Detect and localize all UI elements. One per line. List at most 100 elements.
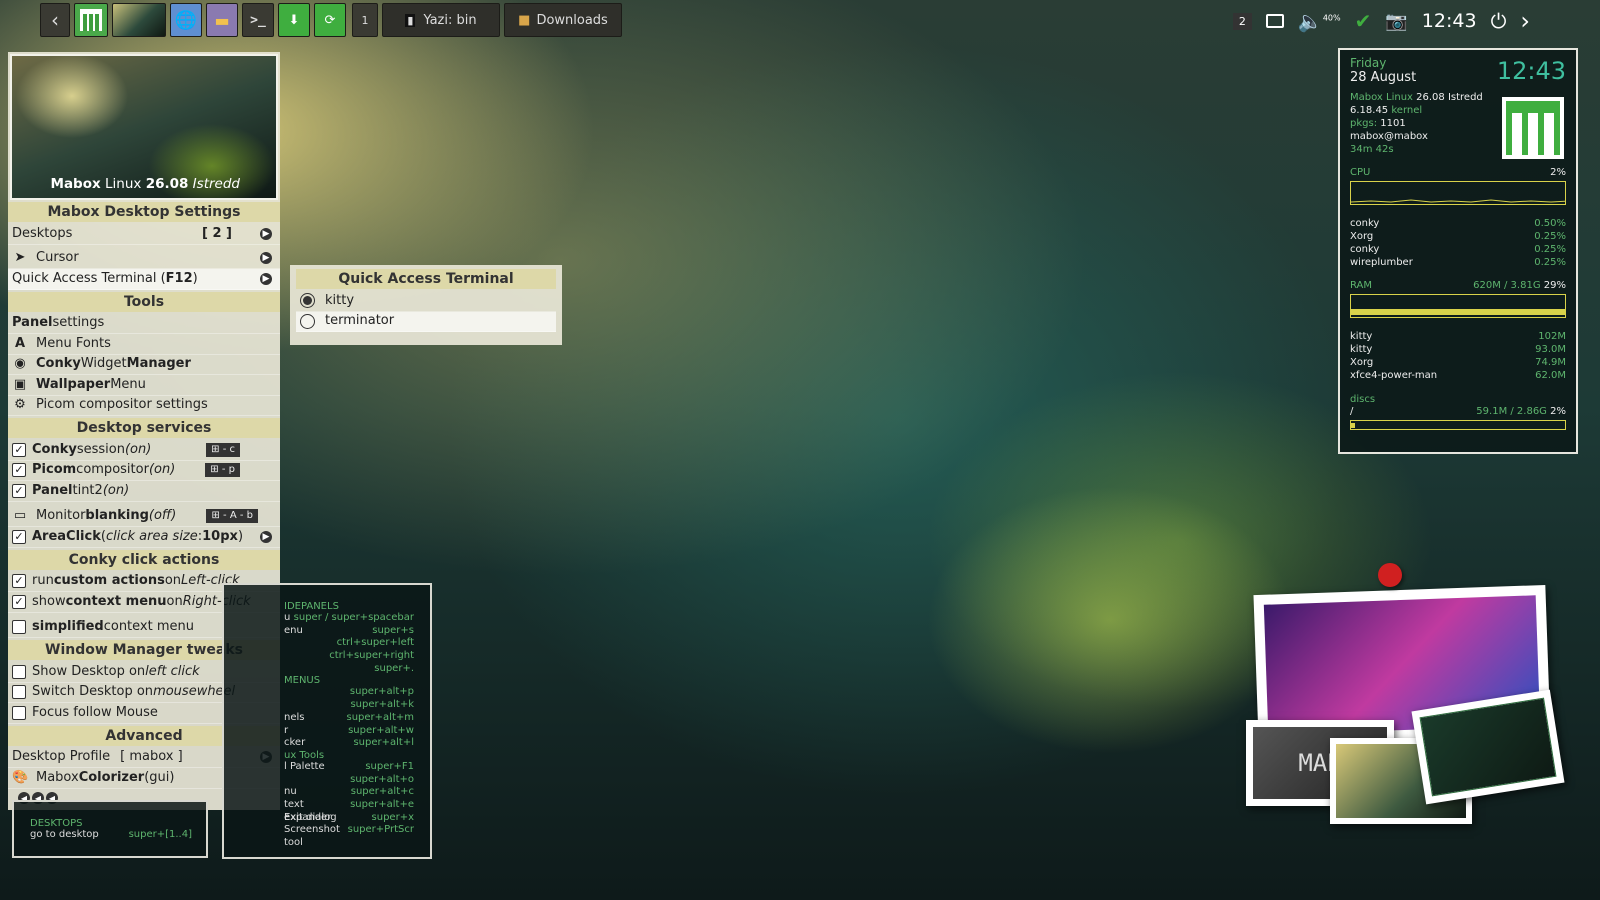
browser-launcher[interactable]: 🌐 [170, 3, 202, 37]
checkbox-unchecked[interactable] [12, 664, 26, 679]
submenu-arrow-icon: ▶ [260, 227, 272, 240]
disc-percent: 2% [1550, 406, 1566, 417]
radio-item-terminator[interactable]: terminator [296, 311, 556, 332]
shield-check-icon[interactable]: ✔ [1355, 9, 1372, 33]
disc-used: 59.1M / 2.86G [1476, 406, 1547, 417]
checkbox-unchecked[interactable] [12, 620, 26, 635]
keybind-row: cker super+alt+l [284, 737, 414, 749]
panel-back-button[interactable]: ‹ [40, 3, 70, 37]
toggle-picom[interactable]: ✓ Picom compositor (on) ⊞ - p [8, 461, 280, 481]
files-launcher[interactable]: ▬ [206, 3, 238, 37]
font-icon: A [14, 335, 26, 351]
menu-banner: Mabox Linux 26.08 Istredd [10, 54, 278, 200]
banner-caption: Mabox Linux 26.08 Istredd [50, 176, 240, 192]
task-yazi[interactable]: ▮ Yazi: bin [382, 3, 500, 37]
keybind-section-header: DESKTOPS [30, 818, 83, 829]
cpu-proc-row: conky 0.25% [1350, 244, 1566, 255]
checkbox-checked[interactable]: ✓ [12, 574, 26, 589]
menu-item-cursor[interactable]: ➤ Cursor ▶ [8, 249, 280, 269]
quick-terminal-submenu: Quick Access Terminal kitty terminator [290, 265, 562, 345]
ram-proc-row: xfce4-power-man 62.0M [1350, 370, 1566, 381]
toggle-areaclick[interactable]: ✓ AreaClick (click area size: 10px) ▶ [8, 527, 280, 548]
checkbox-unchecked[interactable] [12, 685, 26, 700]
shortcut-badge: ⊞ - c [206, 442, 240, 457]
pushpin-icon [1378, 563, 1402, 587]
keybind-row: super+alt+k [350, 699, 414, 711]
checkbox-unchecked[interactable] [12, 705, 26, 720]
keybind-row: super+. [374, 662, 414, 674]
gear-icon: ⚙ [14, 397, 26, 413]
power-icon[interactable]: ⏻ [1491, 9, 1507, 33]
submenu-title: Quick Access Terminal [296, 269, 556, 289]
chevron-right-icon[interactable]: › [1520, 7, 1530, 35]
clock[interactable]: 12:43 [1422, 10, 1477, 32]
radio-selected[interactable] [300, 293, 315, 309]
image-icon: ▣ [13, 376, 27, 392]
checkbox-checked[interactable]: ✓ [12, 442, 26, 457]
menu-item-desktops[interactable]: Desktops[ 2 ] ▶ [8, 224, 280, 245]
cpu-sparkline [1350, 199, 1570, 203]
keybinds-desktops-panel: DESKTOPS go to desktop super+[1..4] [12, 800, 208, 858]
folder-icon: ▬ [214, 10, 230, 30]
disc-mount: / [1350, 406, 1354, 417]
mabox-menu-button[interactable] [74, 3, 108, 37]
terminal-launcher[interactable]: >_ [242, 3, 274, 37]
conky-icon: ◉ [14, 356, 26, 372]
workspace-number: 1 [361, 13, 369, 27]
palette-icon: 🎨 [12, 769, 29, 785]
download-icon: ⬇ [288, 12, 300, 28]
update-launcher[interactable]: ⟳ [314, 3, 346, 37]
keybinds-panel: IDEPANELS u super / super+spacebar enu sup… [222, 583, 432, 859]
keybind-row: ctrl+super+right [329, 650, 414, 662]
camera-icon[interactable]: 📷 [1385, 11, 1407, 32]
menu-item-picom-settings[interactable]: ⚙ Picom compositor settings [8, 396, 280, 416]
radio-item-kitty[interactable]: kitty [296, 291, 556, 312]
volume-icon[interactable]: 🔈40% [1298, 9, 1341, 33]
update-icon: ⟳ [324, 12, 336, 28]
keybind-row: ctrl+super+left [336, 637, 414, 649]
checkbox-checked[interactable]: ✓ [12, 594, 26, 609]
checkbox-checked[interactable]: ✓ [12, 483, 26, 498]
checkbox-checked[interactable]: ✓ [12, 529, 26, 544]
system-tray: 2 🔈40% ✔ 📷 12:43 ⏻ › [1232, 4, 1530, 38]
toggle-panel-tint2[interactable]: ✓ Panel tint2 (on) [8, 481, 280, 502]
cpu-graph [1350, 181, 1570, 205]
install-launcher[interactable]: ⬇ [278, 3, 310, 37]
keybind-row: Exit dialog super+x [284, 811, 414, 823]
wallpaper-button[interactable] [112, 3, 166, 37]
menu-item-conky-manager[interactable]: ◉ Conky Widget Manager [8, 355, 280, 375]
show-desktop-icon[interactable] [1265, 14, 1284, 28]
toggle-monitor-blanking[interactable]: ▭ Monitor blanking (off) ⊞ - A - b [8, 507, 280, 527]
toggle-conky-session[interactable]: ✓ Conky session (on) ⊞ - c [8, 440, 280, 461]
menu-item-panel-settings[interactable]: Panel settings [8, 314, 280, 334]
keybind-row: super+alt+p [349, 686, 414, 698]
keybind-row: r super+alt+w [284, 724, 414, 736]
cpu-proc-row: Xorg 0.25% [1350, 231, 1566, 242]
terminal-icon: >_ [250, 12, 266, 28]
cpu-label: CPU [1350, 167, 1371, 178]
shortcut-badge: ⊞ - A - b [206, 509, 258, 524]
task-downloads[interactable]: ■ Downloads [504, 3, 622, 37]
keybind-row: Screenshot tool super+PrtScr [284, 824, 414, 849]
conky-date: 28 August [1350, 70, 1417, 85]
ram-proc-row: kitty 102M [1350, 331, 1566, 342]
disc-bar [1350, 420, 1566, 430]
section-header: Desktop services [8, 418, 280, 438]
menu-item-menu-fonts[interactable]: A Menu Fonts [8, 334, 280, 355]
ram-proc-row: Xorg 74.9M [1350, 357, 1566, 368]
menu-item-wallpaper[interactable]: ▣ Wallpaper Menu [8, 375, 280, 396]
submenu-arrow-icon: ▶ [260, 530, 272, 543]
ram-percent: 29% [1543, 280, 1566, 291]
checkbox-checked[interactable]: ✓ [12, 463, 26, 478]
workspace-indicator[interactable]: 1 [352, 3, 378, 37]
desktop-count[interactable]: 2 [1232, 12, 1252, 30]
menu-item-quick-terminal[interactable]: Quick Access Terminal (F12) ▶ [8, 269, 280, 290]
radio-unselected[interactable] [300, 313, 315, 329]
keybind-row: super+alt+o [350, 773, 414, 785]
keybind-row: u super / super+spacebar [284, 612, 414, 623]
keybind-row: go to desktop super+[1..4] [30, 829, 192, 840]
keybind-row: nu super+alt+c [284, 786, 414, 798]
terminal-icon: ▮ [405, 13, 416, 27]
ram-fill [1351, 309, 1565, 315]
monitor-icon: ▭ [13, 508, 27, 524]
